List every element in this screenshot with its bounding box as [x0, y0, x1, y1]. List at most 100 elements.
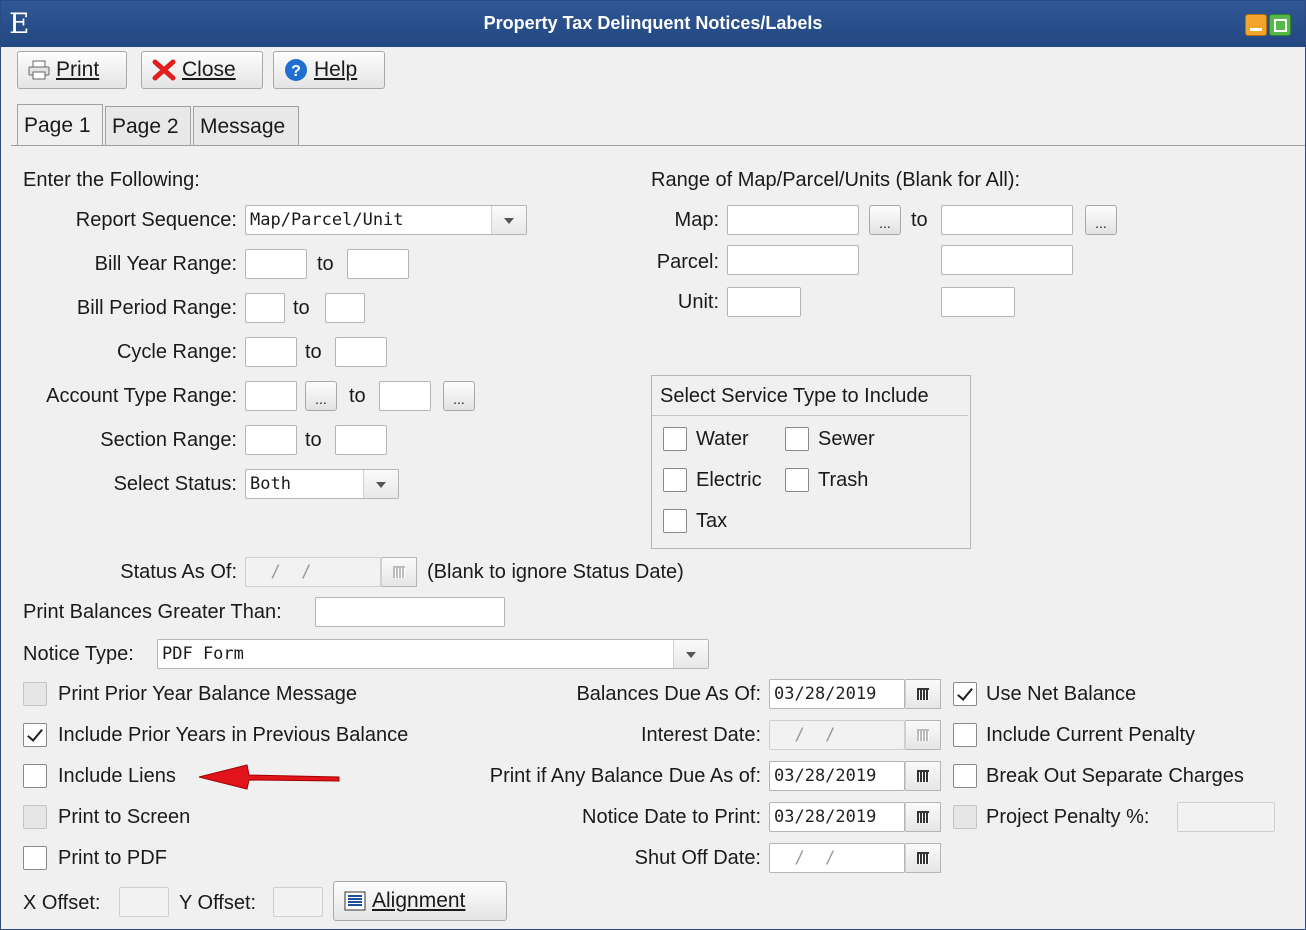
window-title: Property Tax Delinquent Notices/Labels — [483, 13, 823, 33]
tab-message[interactable]: Message — [193, 106, 299, 146]
chevron-down-icon[interactable] — [673, 640, 708, 668]
include-liens-checkbox[interactable] — [23, 764, 47, 788]
x-offset-label: X Offset: — [23, 892, 101, 914]
cycle-from-input[interactable] — [245, 337, 297, 367]
status-as-of-label: Status As Of: — [120, 561, 237, 583]
account-type-from-input[interactable] — [245, 381, 297, 411]
to-label: to — [305, 429, 322, 451]
interest-date-input[interactable]: / / — [769, 720, 905, 750]
bill-period-range-label: Bill Period Range: — [76, 297, 237, 319]
electric-checkbox[interactable] — [663, 468, 687, 492]
chevron-down-icon[interactable] — [491, 206, 526, 234]
print-to-screen-checkbox[interactable] — [23, 805, 47, 829]
tax-label: Tax — [696, 510, 728, 532]
tab-page-1[interactable]: Page 1 — [17, 104, 103, 146]
maximize-button[interactable] — [1269, 14, 1291, 36]
map-to-lookup-button[interactable]: ... — [1085, 205, 1117, 235]
calendar-icon[interactable] — [905, 679, 941, 709]
parcel-to-input[interactable] — [941, 245, 1073, 275]
notice-date-label: Notice Date to Print: — [582, 806, 761, 828]
cycle-to-input[interactable] — [335, 337, 387, 367]
alignment-icon — [344, 891, 366, 911]
print-button[interactable]: Print — [17, 51, 127, 89]
help-label: Help — [314, 58, 358, 81]
help-button[interactable]: ? Help — [273, 51, 385, 89]
include-prior-years-label: Include Prior Years in Previous Balance — [58, 724, 409, 746]
notice-date-input[interactable]: 03/28/2019 — [769, 802, 905, 832]
cycle-range-label: Cycle Range: — [116, 341, 237, 363]
notice-type-select[interactable]: PDF Form — [157, 639, 709, 669]
section-from-input[interactable] — [245, 425, 297, 455]
status-as-of-input[interactable]: / / — [245, 557, 381, 587]
printer-icon — [28, 60, 50, 80]
select-status-select[interactable]: Both — [245, 469, 399, 499]
include-liens-label: Include Liens — [58, 765, 176, 787]
use-net-balance-checkbox[interactable] — [953, 682, 977, 706]
unit-label: Unit: — [677, 291, 719, 313]
water-checkbox[interactable] — [663, 427, 687, 451]
unit-to-input[interactable] — [941, 287, 1015, 317]
account-type-from-lookup-button[interactable]: ... — [305, 381, 337, 411]
calendar-icon[interactable] — [905, 720, 941, 750]
account-type-to-lookup-button[interactable]: ... — [443, 381, 475, 411]
use-net-balance-label: Use Net Balance — [986, 683, 1137, 705]
close-x-icon — [152, 59, 176, 81]
section-to-input[interactable] — [335, 425, 387, 455]
calendar-icon[interactable] — [381, 557, 417, 587]
select-status-value: Both — [250, 474, 291, 494]
calendar-icon[interactable] — [905, 802, 941, 832]
map-label: Map: — [674, 209, 719, 231]
unit-from-input[interactable] — [727, 287, 801, 317]
close-button[interactable]: Close — [141, 51, 263, 89]
map-range-heading: Range of Map/Parcel/Units (Blank for All… — [651, 169, 1021, 191]
y-offset-label: Y Offset: — [179, 892, 257, 914]
electric-label: Electric — [696, 469, 762, 491]
account-type-to-input[interactable] — [379, 381, 431, 411]
calendar-icon[interactable] — [905, 843, 941, 873]
alignment-button[interactable]: Alignment — [333, 881, 507, 921]
project-penalty-label: Project Penalty %: — [986, 806, 1150, 828]
print-if-any-balance-label: Print if Any Balance Due As of: — [489, 765, 761, 787]
tax-checkbox[interactable] — [663, 509, 687, 533]
print-to-pdf-label: Print to PDF — [58, 847, 167, 869]
y-offset-input[interactable] — [273, 887, 323, 917]
print-if-any-balance-input[interactable]: 03/28/2019 — [769, 761, 905, 791]
shut-off-date-input[interactable]: / / — [769, 843, 905, 873]
break-out-charges-checkbox[interactable] — [953, 764, 977, 788]
map-to-input[interactable] — [941, 205, 1073, 235]
sewer-checkbox[interactable] — [785, 427, 809, 451]
print-prior-year-msg-checkbox[interactable] — [23, 682, 47, 706]
calendar-icon[interactable] — [905, 761, 941, 791]
report-sequence-select[interactable]: Map/Parcel/Unit — [245, 205, 527, 235]
project-penalty-input[interactable] — [1177, 802, 1275, 832]
parcel-from-input[interactable] — [727, 245, 859, 275]
select-status-label: Select Status: — [113, 473, 237, 495]
section-range-label: Section Range: — [100, 429, 237, 451]
include-current-penalty-checkbox[interactable] — [953, 723, 977, 747]
app-window: E Property Tax Delinquent Notices/Labels… — [0, 0, 1306, 930]
bill-year-from-input[interactable] — [245, 249, 307, 279]
notice-type-label: Notice Type: — [23, 643, 134, 665]
help-icon: ? — [284, 58, 308, 82]
trash-checkbox[interactable] — [785, 468, 809, 492]
balances-due-input[interactable]: 03/28/2019 — [769, 679, 905, 709]
project-penalty-checkbox[interactable] — [953, 805, 977, 829]
sewer-label: Sewer — [818, 428, 875, 450]
map-from-input[interactable] — [727, 205, 859, 235]
print-balances-label: Print Balances Greater Than: — [23, 601, 282, 623]
tab-page-2[interactable]: Page 2 — [105, 106, 191, 146]
print-to-pdf-checkbox[interactable] — [23, 846, 47, 870]
bill-year-to-input[interactable] — [347, 249, 409, 279]
map-from-lookup-button[interactable]: ... — [869, 205, 901, 235]
chevron-down-icon[interactable] — [363, 470, 398, 498]
print-prior-year-msg-label: Print Prior Year Balance Message — [58, 683, 358, 705]
print-balances-input[interactable] — [315, 597, 505, 627]
bill-period-to-input[interactable] — [325, 293, 365, 323]
minimize-button[interactable] — [1245, 14, 1267, 36]
include-prior-years-checkbox[interactable] — [23, 723, 47, 747]
bill-period-from-input[interactable] — [245, 293, 285, 323]
notice-type-value: PDF Form — [162, 644, 244, 664]
x-offset-input[interactable] — [119, 887, 169, 917]
trash-label: Trash — [818, 469, 869, 491]
svg-text:?: ? — [291, 63, 301, 80]
